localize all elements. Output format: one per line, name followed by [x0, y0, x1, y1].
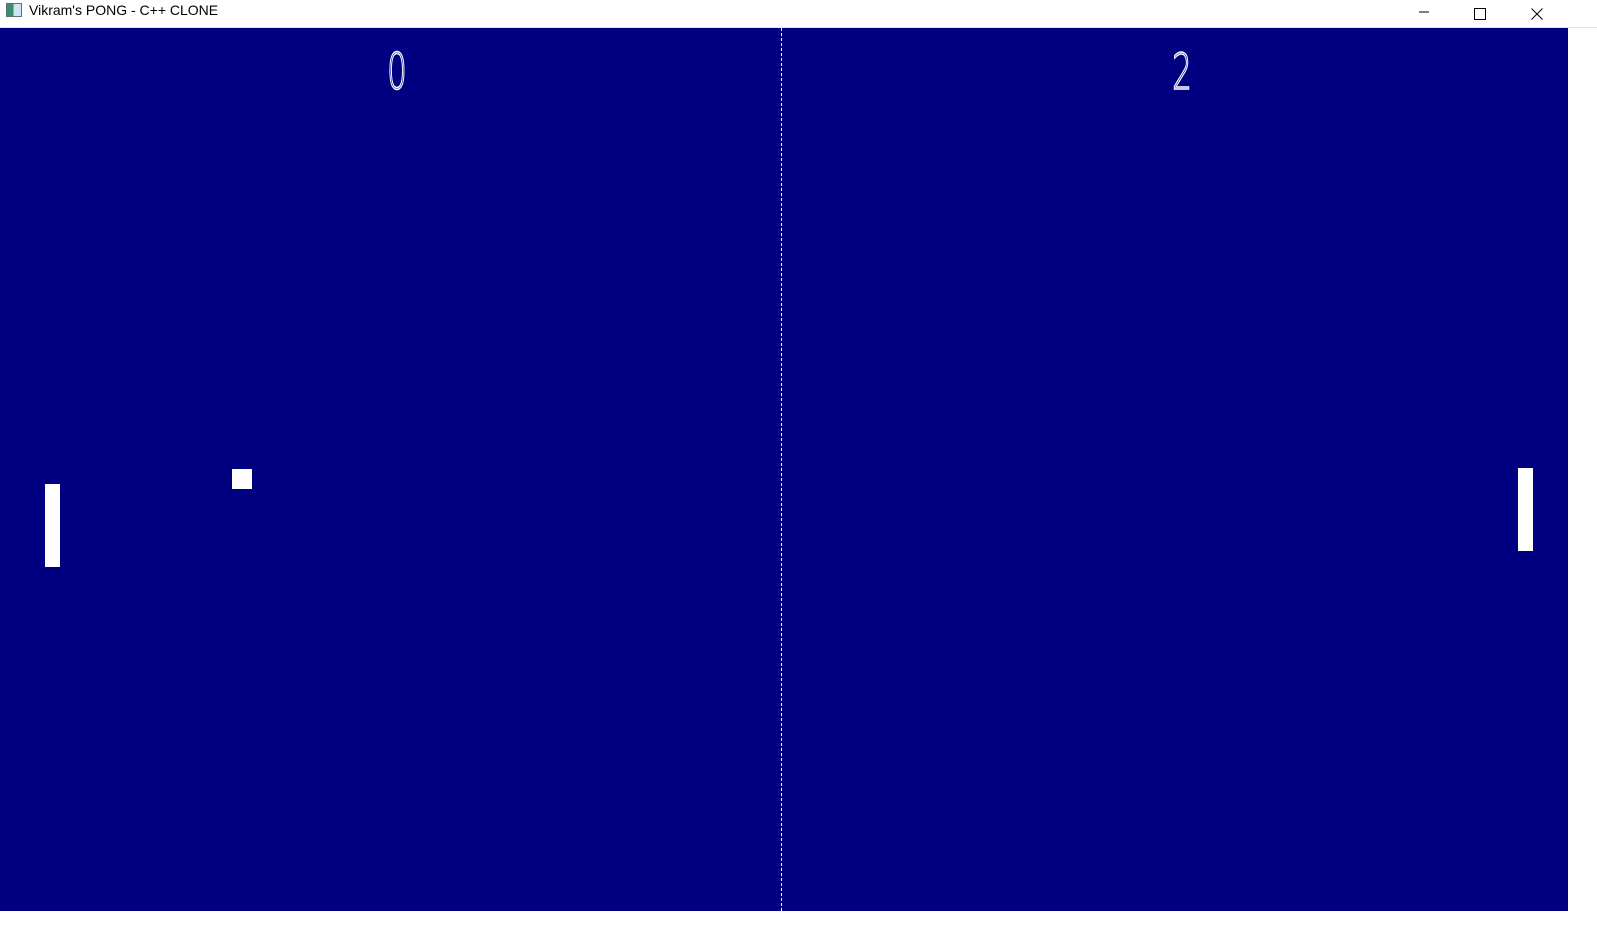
close-icon: [1531, 7, 1543, 20]
game-canvas[interactable]: 0 2: [0, 28, 1568, 911]
app-window-icon[interactable]: [6, 3, 22, 17]
close-button[interactable]: [1509, 0, 1565, 27]
right-player-score: 2: [1172, 42, 1193, 102]
window-title: Vikram's PONG - C++ CLONE: [29, 2, 219, 18]
left-paddle: [45, 484, 60, 567]
window-border-bottom: [0, 911, 1568, 928]
minimize-button[interactable]: [1396, 0, 1452, 27]
ball: [232, 469, 252, 489]
left-player-score: 0: [387, 42, 408, 102]
minimize-icon: [1419, 11, 1429, 12]
maximize-button[interactable]: [1452, 0, 1508, 27]
center-net: [781, 28, 782, 911]
title-bar[interactable]: Vikram's PONG - C++ CLONE: [0, 0, 1597, 28]
maximize-icon: [1474, 7, 1486, 20]
game-window: Vikram's PONG - C++ CLONE 0 2: [0, 0, 1597, 928]
window-border-right: [1568, 28, 1597, 928]
right-paddle: [1518, 468, 1533, 551]
